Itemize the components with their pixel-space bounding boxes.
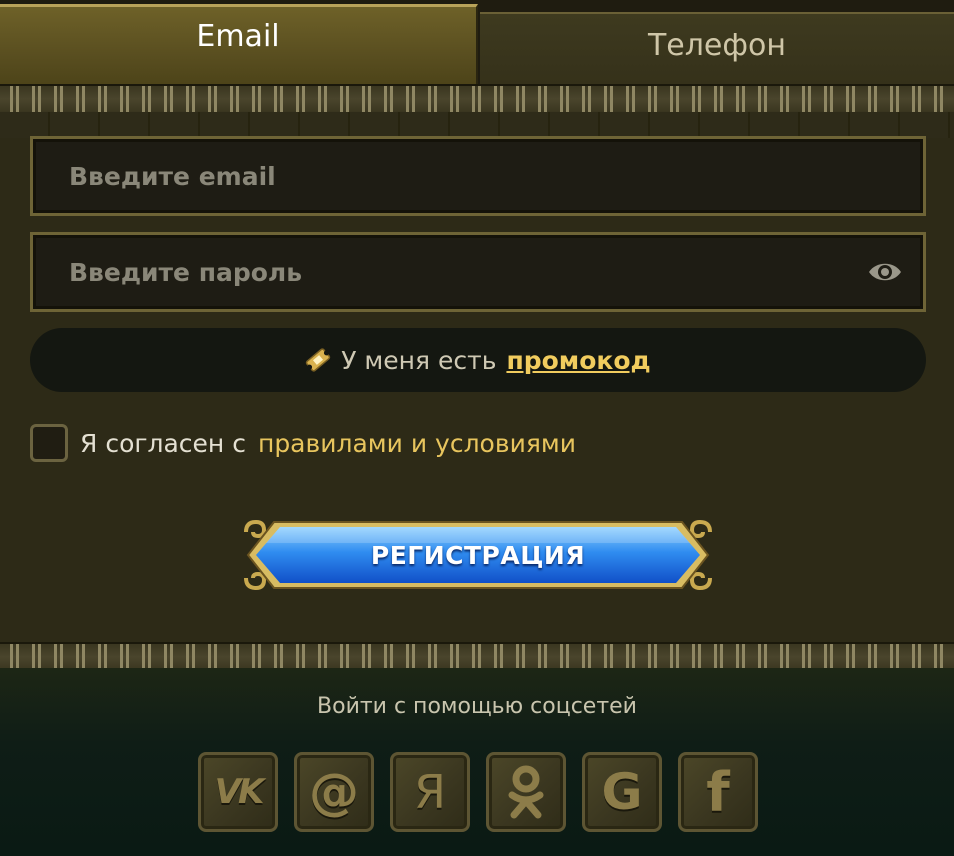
promo-code-link[interactable]: промокод bbox=[506, 346, 650, 375]
odnoklassniki-icon bbox=[508, 765, 544, 819]
ticket-icon bbox=[306, 348, 331, 372]
promo-text: У меня есть bbox=[341, 345, 497, 375]
email-input[interactable] bbox=[33, 160, 923, 192]
vk-login-button[interactable]: VK bbox=[198, 752, 278, 832]
decorative-border-top bbox=[0, 84, 954, 114]
tab-email[interactable]: Email bbox=[0, 4, 478, 84]
register-label: РЕГИСТРАЦИЯ bbox=[370, 540, 586, 570]
terms-text: Я согласен с bbox=[80, 428, 246, 458]
terms-agreement: Я согласен с правилами и условиями bbox=[30, 424, 576, 462]
eye-icon[interactable] bbox=[867, 259, 903, 285]
odnoklassniki-login-button[interactable] bbox=[486, 752, 566, 832]
register-button[interactable]: РЕГИСТРАЦИЯ bbox=[244, 518, 712, 592]
google-icon: G bbox=[601, 763, 643, 821]
vk-icon: VK bbox=[214, 772, 265, 812]
promo-code-row[interactable]: У меня есть промокод bbox=[30, 328, 926, 392]
email-field[interactable] bbox=[30, 136, 926, 216]
yandex-icon: Я bbox=[414, 765, 446, 819]
google-login-button[interactable]: G bbox=[582, 752, 662, 832]
stone-wall-top bbox=[0, 112, 954, 138]
yandex-login-button[interactable]: Я bbox=[390, 752, 470, 832]
terms-checkbox[interactable] bbox=[30, 424, 68, 462]
mail-login-button[interactable]: @ bbox=[294, 752, 374, 832]
facebook-icon: f bbox=[706, 760, 730, 824]
mail-icon: @ bbox=[309, 763, 359, 821]
tab-bar: Email Телефон bbox=[0, 0, 954, 84]
password-input[interactable] bbox=[33, 256, 923, 288]
facebook-login-button[interactable]: f bbox=[678, 752, 758, 832]
password-field[interactable] bbox=[30, 232, 926, 312]
tab-phone[interactable]: Телефон bbox=[480, 12, 954, 84]
terms-link[interactable]: правилами и условиями bbox=[258, 429, 576, 458]
social-login-title: Войти с помощью соцсетей bbox=[317, 694, 637, 719]
